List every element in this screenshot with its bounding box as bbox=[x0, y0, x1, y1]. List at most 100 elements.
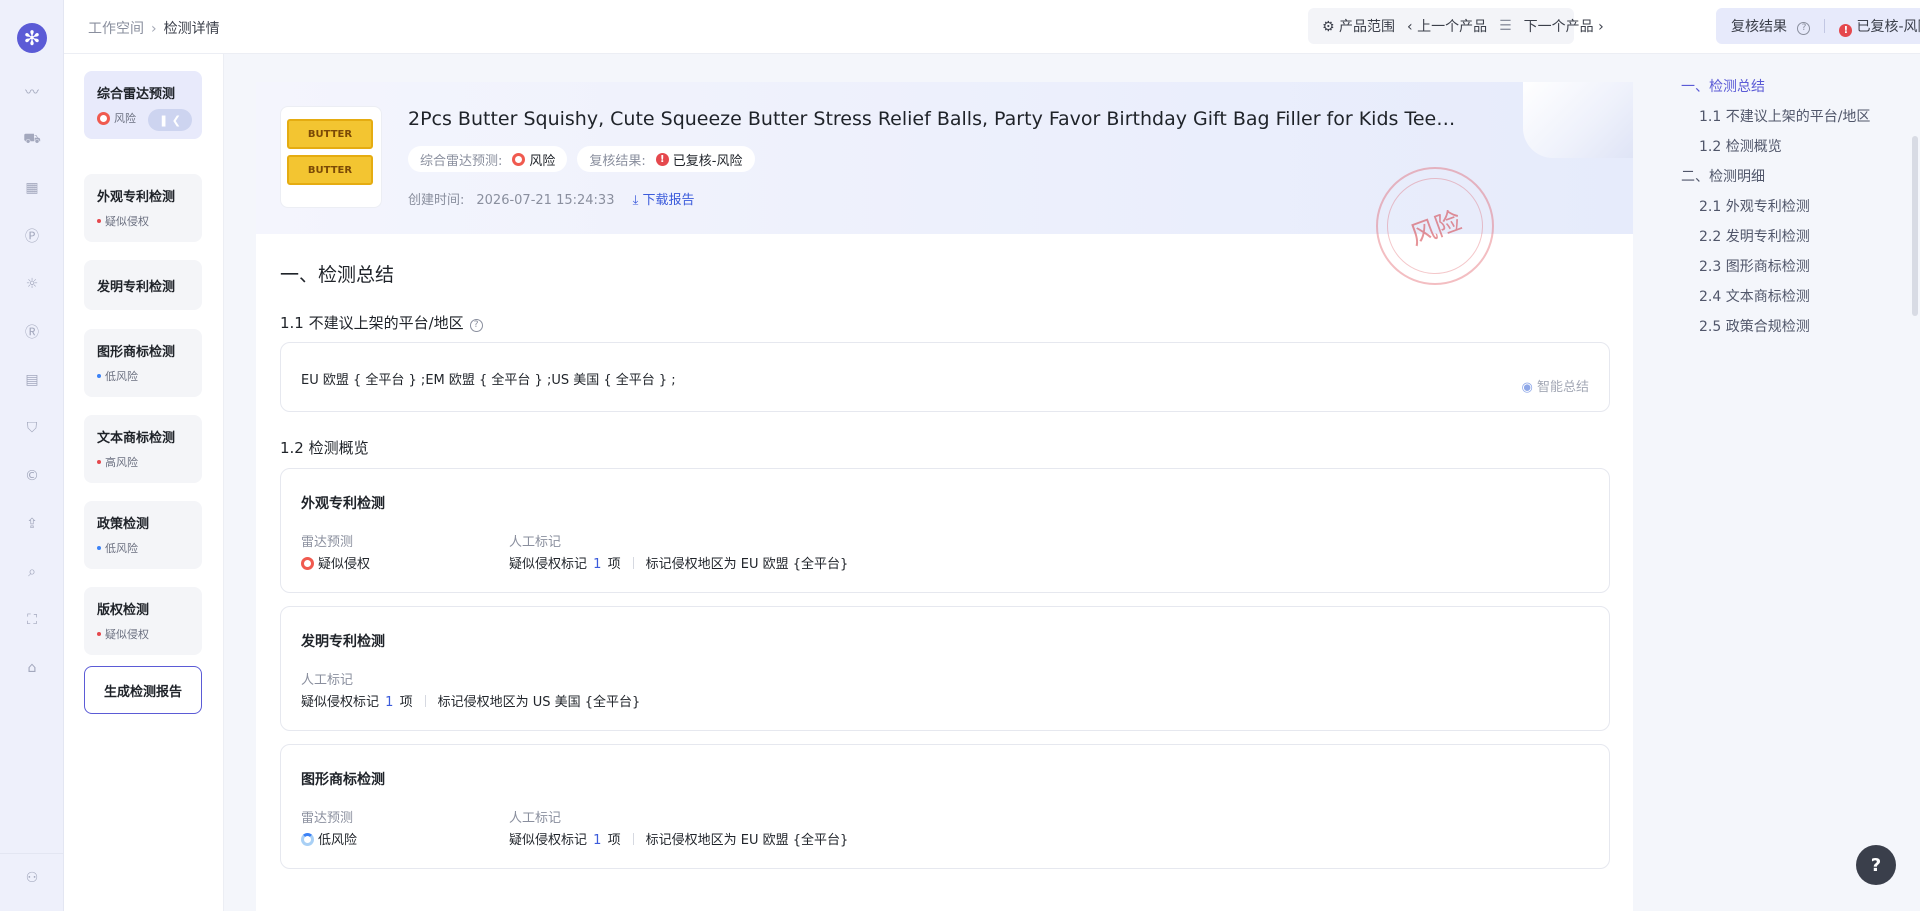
mark-unit: 项 bbox=[607, 833, 621, 848]
card-title: 发明专利检测 bbox=[301, 634, 385, 650]
app-logo-icon[interactable]: ✻ bbox=[17, 23, 47, 53]
prev-product-button[interactable]: ‹ 上一个产品 bbox=[1407, 16, 1487, 36]
download-report-link[interactable]: ⤓ 下载报告 bbox=[633, 193, 695, 208]
collapse-toggle[interactable]: ❚ ❮ bbox=[148, 109, 192, 131]
status-text: 高风险 bbox=[105, 456, 138, 469]
toc-item[interactable]: 1.1 不建议上架的平台/地区 bbox=[1699, 106, 1870, 126]
product-image-butter: BUTTER bbox=[287, 119, 373, 149]
sidenav-item-graphic-trademark[interactable]: 图形商标检测 低风险 bbox=[84, 329, 202, 397]
page-fold-decoration bbox=[1523, 82, 1633, 158]
help-circle-icon[interactable]: ? bbox=[469, 319, 483, 332]
region-text: 标记侵权地区为 EU 欧盟 {全平台} bbox=[645, 557, 849, 572]
thumb-label: BUTTER bbox=[307, 164, 353, 176]
regions-text: EU 欧盟 { 全平台 } ;EM 欧盟 { 全平台 } ;US 美国 { 全平… bbox=[301, 373, 676, 388]
product-scope-button[interactable]: ⚙ 产品范围 bbox=[1322, 16, 1395, 36]
overview-card-graphic-trademark: 图形商标检测 雷达预测 低风险 人工标记 疑似侵权标记 1 项 标记侵权地区为 E… bbox=[280, 744, 1610, 869]
smart-summary-label: 智能总结 bbox=[1536, 380, 1589, 395]
mark-prefix: 疑似侵权标记 bbox=[301, 695, 380, 710]
status-dot bbox=[97, 219, 101, 223]
rail-divider bbox=[0, 853, 64, 854]
toc-item[interactable]: 二、检测明细 bbox=[1681, 166, 1765, 186]
radar-chip: 综合雷达预测: 风险 bbox=[408, 146, 568, 172]
toc-item[interactable]: 1.2 检测概览 bbox=[1699, 136, 1782, 156]
dashboard-icon[interactable]: 〰 bbox=[22, 82, 42, 102]
toc-item[interactable]: 2.2 发明专利检测 bbox=[1699, 226, 1810, 246]
shield-icon[interactable]: ⛉ bbox=[22, 418, 42, 438]
status-dot bbox=[97, 460, 101, 464]
overview-card-design-patent: 外观专利检测 雷达预测 疑似侵权 人工标记 疑似侵权标记 1 项 标记侵权地区为 … bbox=[280, 468, 1610, 593]
r-icon[interactable]: Ⓡ bbox=[22, 322, 42, 342]
chevron-right-icon: › bbox=[151, 21, 157, 37]
download-icon: ⤓ bbox=[632, 193, 639, 208]
sidenav-item-status: 低风险 bbox=[97, 368, 189, 384]
chip-key: 复核结果: bbox=[589, 153, 646, 169]
users-icon[interactable]: ⚇ bbox=[22, 868, 42, 888]
radar-label: 雷达预测 bbox=[301, 535, 354, 550]
app-rail: ✻ 〰 ⛟ ▦ Ⓟ ☼ Ⓡ ▤ ⛉ © ⇪ ⌕ ⛶ ⌂ ⚇ bbox=[0, 0, 64, 911]
sidenav-item-status: 疑似侵权 bbox=[97, 213, 189, 229]
sidenav-item-status: 高风险 bbox=[97, 454, 189, 470]
region-text: 标记侵权地区为 US 美国 {全平台} bbox=[437, 695, 641, 710]
sidenav-item-policy[interactable]: 政策检测 低风险 bbox=[84, 501, 202, 569]
document-icon[interactable]: ▤ bbox=[22, 370, 42, 390]
top-bar: 工作空间 › 检测详情 ⚙ 产品范围 ‹ 上一个产品 ☰ 下一个产品 › 复核结果 … bbox=[64, 0, 1920, 54]
upload-icon[interactable]: ⇪ bbox=[22, 514, 42, 534]
review-result-button[interactable]: 复核结果 ? bbox=[1731, 16, 1811, 36]
help-button[interactable]: ? bbox=[1856, 845, 1896, 885]
regions-box: EU 欧盟 { 全平台 } ;EM 欧盟 { 全平台 } ;US 美国 { 全平… bbox=[280, 342, 1610, 412]
copyright-icon[interactable]: © bbox=[22, 466, 42, 486]
review-status-button[interactable]: !已复核-风险 › bbox=[1839, 16, 1920, 37]
sidenav-item-title: 版权检测 bbox=[97, 603, 150, 618]
product-nav-group: ⚙ 产品范围 ‹ 上一个产品 ☰ 下一个产品 › bbox=[1308, 8, 1604, 44]
scan-icon[interactable]: ⛶ bbox=[22, 610, 42, 630]
apps-icon[interactable]: ▦ bbox=[22, 178, 42, 198]
review-status-label: 已复核-风险 bbox=[1856, 18, 1920, 35]
robot-icon[interactable]: ⛟ bbox=[22, 130, 42, 150]
sidenav-item-text-trademark[interactable]: 文本商标检测 高风险 bbox=[84, 415, 202, 483]
sidenav-item-title: 政策检测 bbox=[97, 517, 150, 532]
search-icon[interactable]: ⌕ bbox=[22, 562, 42, 582]
chip-key: 综合雷达预测: bbox=[420, 153, 503, 169]
review-chip: 复核结果:! 已复核-风险 bbox=[577, 146, 755, 172]
alert-icon: ! bbox=[655, 152, 669, 166]
chevron-left-icon: ‹ bbox=[1407, 19, 1413, 35]
list-icon[interactable]: ☰ bbox=[1499, 18, 1512, 34]
toc-item[interactable]: 2.1 外观专利检测 bbox=[1699, 196, 1810, 216]
product-thumbnail[interactable]: BUTTER BUTTER bbox=[280, 106, 382, 208]
sidenav-item-invention-patent[interactable]: 发明专利检测 bbox=[84, 260, 202, 310]
p-icon[interactable]: Ⓟ bbox=[22, 226, 42, 246]
manual-value: 疑似侵权标记 1 项 标记侵权地区为 EU 欧盟 {全平台} bbox=[509, 553, 848, 572]
review-result-label: 复核结果 bbox=[1731, 19, 1787, 35]
created-time: 创建时间: 2026-07-21 15:24:33 ⤓ 下载报告 bbox=[408, 189, 695, 208]
prev-product-label: 上一个产品 bbox=[1417, 19, 1488, 35]
tag-icon[interactable]: ⌂ bbox=[22, 658, 42, 678]
bulb-icon[interactable]: ☼ bbox=[22, 274, 42, 294]
toc-item[interactable]: 一、检测总结 bbox=[1681, 76, 1765, 96]
product-title: 2Pcs Butter Squishy, Cute Squeeze Butter… bbox=[408, 108, 1458, 130]
generate-report-button[interactable]: 生成检测报告 bbox=[84, 666, 202, 714]
mark-prefix: 疑似侵权标记 bbox=[509, 557, 588, 572]
toc-item[interactable]: 2.3 图形商标检测 bbox=[1699, 256, 1810, 276]
sidenav-item-design-patent[interactable]: 外观专利检测 疑似侵权 bbox=[84, 174, 202, 242]
mark-count: 1 bbox=[593, 557, 602, 572]
divider bbox=[632, 833, 634, 845]
table-of-contents: 一、检测总结 1.1 不建议上架的平台/地区 1.2 检测概览 二、检测明细 2… bbox=[1633, 54, 1920, 911]
download-label: 下载报告 bbox=[642, 193, 695, 208]
card-title: 外观专利检测 bbox=[301, 496, 385, 512]
sidenav-item-title: 综合雷达预测 bbox=[97, 87, 176, 102]
toc-item[interactable]: 2.5 政策合规检测 bbox=[1699, 316, 1810, 336]
subsection-title-platforms: 1.1 不建议上架的平台/地区? bbox=[280, 312, 483, 333]
sidenav-item-radar[interactable]: 综合雷达预测 风险 ❚ ❮ bbox=[84, 71, 202, 139]
sidenav-item-copyright[interactable]: 版权检测 疑似侵权 bbox=[84, 587, 202, 655]
next-product-button[interactable]: 下一个产品 › bbox=[1524, 16, 1604, 36]
overview-card-invention-patent: 发明专利检测 人工标记 疑似侵权标记 1 项 标记侵权地区为 US 美国 {全平台… bbox=[280, 606, 1610, 731]
scrollbar-thumb[interactable] bbox=[1912, 136, 1918, 316]
chevron-right-icon: › bbox=[1598, 19, 1604, 35]
breadcrumb-root[interactable]: 工作空间 bbox=[88, 21, 144, 37]
toc-item[interactable]: 2.4 文本商标检测 bbox=[1699, 286, 1810, 306]
manual-label: 人工标记 bbox=[509, 535, 562, 550]
divider bbox=[424, 695, 426, 707]
smart-summary-button[interactable]: ◉ 智能总结 bbox=[1522, 376, 1590, 395]
next-product-label: 下一个产品 bbox=[1523, 19, 1594, 35]
gear-icon: ⚙ bbox=[1322, 19, 1335, 35]
